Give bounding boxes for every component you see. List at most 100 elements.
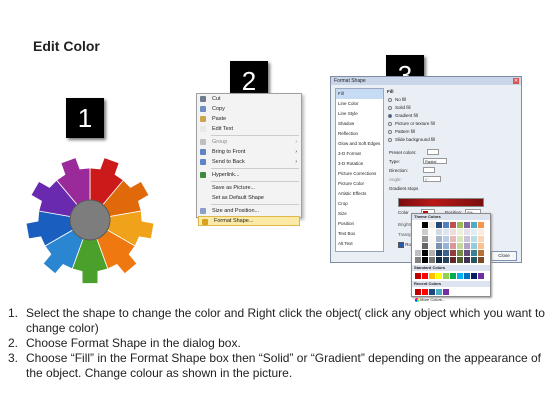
color-swatch[interactable]: [436, 222, 442, 228]
menu-item-2[interactable]: Paste: [197, 114, 301, 124]
category-item[interactable]: Text Box: [336, 229, 383, 239]
color-swatch[interactable]: [471, 257, 477, 263]
color-swatch[interactable]: [422, 236, 428, 242]
color-swatch[interactable]: [429, 243, 435, 249]
category-item[interactable]: Alt Text: [336, 239, 383, 249]
color-swatch[interactable]: [436, 229, 442, 235]
category-item[interactable]: Line Color: [336, 99, 383, 109]
color-swatch[interactable]: [415, 229, 421, 235]
color-swatch[interactable]: [422, 289, 428, 295]
category-item[interactable]: Position: [336, 219, 383, 229]
color-swatch[interactable]: [436, 257, 442, 263]
color-swatch[interactable]: [422, 250, 428, 256]
color-swatch[interactable]: [478, 243, 484, 249]
color-swatch[interactable]: [443, 236, 449, 242]
color-swatch[interactable]: [457, 222, 463, 228]
category-item[interactable]: 3-D Format: [336, 149, 383, 159]
gradient-stops-bar[interactable]: [398, 198, 484, 207]
category-item[interactable]: Fill: [336, 89, 383, 99]
color-swatch[interactable]: [464, 250, 470, 256]
color-swatch[interactable]: [436, 273, 442, 279]
color-swatch[interactable]: [457, 236, 463, 242]
color-swatch[interactable]: [415, 250, 421, 256]
menu-item-8[interactable]: Save as Picture...: [197, 183, 301, 193]
category-item[interactable]: Glow and Soft Edges: [336, 139, 383, 149]
color-swatch[interactable]: [464, 222, 470, 228]
category-item[interactable]: 3-D Rotation: [336, 159, 383, 169]
color-swatch[interactable]: [436, 236, 442, 242]
color-swatch[interactable]: [436, 289, 442, 295]
color-swatch[interactable]: [457, 250, 463, 256]
color-swatch[interactable]: [429, 289, 435, 295]
gear-hub[interactable]: [69, 199, 111, 241]
color-swatch[interactable]: [415, 257, 421, 263]
menu-item-9[interactable]: Set as Default Shape: [197, 193, 301, 203]
color-swatch[interactable]: [436, 250, 442, 256]
color-swatch[interactable]: [464, 257, 470, 263]
color-swatch[interactable]: [471, 236, 477, 242]
color-swatch[interactable]: [457, 257, 463, 263]
color-swatch[interactable]: [436, 243, 442, 249]
close-button[interactable]: Close: [491, 251, 517, 261]
color-swatch[interactable]: [429, 273, 435, 279]
color-swatch[interactable]: [422, 243, 428, 249]
category-item[interactable]: Artistic Effects: [336, 189, 383, 199]
color-swatch[interactable]: [415, 243, 421, 249]
color-swatch[interactable]: [443, 257, 449, 263]
color-swatch[interactable]: [422, 229, 428, 235]
color-swatch[interactable]: [457, 273, 463, 279]
color-swatch[interactable]: [415, 289, 421, 295]
menu-item-6[interactable]: Send to Back ›: [197, 157, 301, 167]
color-swatch[interactable]: [450, 222, 456, 228]
menu-item-10[interactable]: Size and Position...: [197, 206, 301, 216]
color-swatch[interactable]: [450, 236, 456, 242]
category-item[interactable]: Crop: [336, 199, 383, 209]
fill-option[interactable]: Solid fill: [387, 104, 515, 112]
color-swatch[interactable]: [478, 257, 484, 263]
gear-wheel-graphic[interactable]: [20, 140, 160, 300]
color-swatch[interactable]: [471, 222, 477, 228]
menu-item-7[interactable]: Hyperlink...: [197, 170, 301, 180]
color-swatch[interactable]: [450, 273, 456, 279]
close-icon[interactable]: ✕: [513, 78, 519, 84]
color-swatch[interactable]: [464, 229, 470, 235]
color-swatch[interactable]: [478, 236, 484, 242]
menu-item-0[interactable]: Cut: [197, 94, 301, 104]
color-swatch[interactable]: [471, 250, 477, 256]
color-swatch[interactable]: [478, 250, 484, 256]
more-colors-link[interactable]: More Colors...: [412, 297, 490, 303]
category-item[interactable]: Reflection: [336, 129, 383, 139]
menu-item-11[interactable]: Format Shape...: [198, 216, 300, 226]
color-swatch[interactable]: [422, 257, 428, 263]
color-swatch[interactable]: [457, 229, 463, 235]
color-swatch[interactable]: [415, 222, 421, 228]
color-swatch[interactable]: [464, 236, 470, 242]
fill-option[interactable]: No fill: [387, 96, 515, 104]
fill-option[interactable]: Picture or texture fill: [387, 120, 515, 128]
category-item[interactable]: Picture Color: [336, 179, 383, 189]
color-swatch[interactable]: [450, 243, 456, 249]
fill-option[interactable]: Gradient fill: [387, 112, 515, 120]
menu-item-3[interactable]: Edit Text: [197, 124, 301, 134]
color-swatch[interactable]: [443, 222, 449, 228]
menu-item-5[interactable]: Bring to Front ›: [197, 147, 301, 157]
color-swatch[interactable]: [415, 273, 421, 279]
category-item[interactable]: Size: [336, 209, 383, 219]
color-swatch[interactable]: [450, 229, 456, 235]
color-swatch[interactable]: [450, 250, 456, 256]
preset-colors-dropdown[interactable]: [427, 149, 439, 155]
category-item[interactable]: Shadow: [336, 119, 383, 129]
color-swatch[interactable]: [443, 229, 449, 235]
color-swatch[interactable]: [450, 257, 456, 263]
color-swatch[interactable]: [415, 236, 421, 242]
color-swatch[interactable]: [471, 243, 477, 249]
category-item[interactable]: Picture Corrections: [336, 169, 383, 179]
color-swatch[interactable]: [478, 222, 484, 228]
color-swatch[interactable]: [429, 229, 435, 235]
color-swatch[interactable]: [478, 273, 484, 279]
angle-input[interactable]: 0°: [423, 176, 441, 182]
color-swatch[interactable]: [464, 273, 470, 279]
color-swatch[interactable]: [443, 289, 449, 295]
color-swatch[interactable]: [443, 243, 449, 249]
color-swatch[interactable]: [443, 250, 449, 256]
